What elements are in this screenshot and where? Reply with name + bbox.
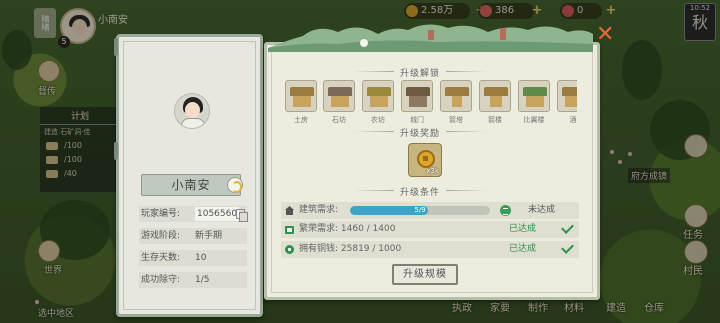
building-item[interactable]: 农坊	[362, 80, 394, 125]
reward-amount: x3k	[426, 167, 439, 175]
condition-row-prosperity: 繁荣需求: 1460 / 1400 已达成	[281, 221, 579, 238]
reward-title: 升级奖励	[353, 126, 440, 139]
defense-label: 成功除守:	[141, 275, 181, 285]
player-portrait	[174, 93, 210, 129]
check-icon	[561, 221, 574, 234]
progress-text: 5/9	[414, 206, 426, 214]
condition-status: 已达成	[509, 224, 537, 234]
pagoda	[428, 30, 434, 40]
building-item[interactable]: 箭楼	[479, 80, 511, 125]
building-progress-bar: 5/9	[350, 206, 490, 215]
building-item[interactable]: 土房	[285, 80, 317, 125]
building-label: 箭塔	[449, 116, 463, 124]
prosperity-icon	[285, 226, 294, 234]
cloud	[360, 39, 368, 47]
condition-status: 已达成	[509, 244, 537, 254]
close-button[interactable]: ✕	[596, 24, 614, 46]
building-item[interactable]: 石坊	[323, 80, 355, 125]
player-name-plate: 小南安	[141, 174, 241, 196]
building-label: 城门	[410, 116, 424, 124]
pagoda	[500, 28, 506, 40]
building-label: 石坊	[332, 116, 346, 124]
building-item[interactable]: 箭塔	[440, 80, 472, 125]
coin-icon	[285, 245, 294, 254]
building-label: 比翼楼	[523, 116, 545, 124]
building-label: 酒	[569, 116, 577, 124]
condition-status: 未达成	[528, 205, 556, 215]
defense-value: 1/5	[195, 275, 210, 285]
edit-name-button[interactable]	[227, 177, 243, 193]
conditions-title: 升级条件	[353, 185, 440, 198]
portrait-body	[181, 118, 205, 128]
survival-days-label: 生存天数:	[141, 253, 181, 263]
player-id-label: 玩家编号:	[141, 209, 181, 219]
building-item[interactable]: 城门	[401, 80, 433, 125]
defense-row: 成功除守: 1/5	[139, 272, 247, 288]
condition-label: 建筑需求:	[299, 205, 339, 215]
condition-label: 拥有铜钱: 25819 / 1000	[299, 244, 402, 254]
copper-coin-icon	[417, 150, 435, 168]
building-item[interactable]: 酒	[557, 80, 577, 125]
card-clip	[114, 38, 118, 56]
building-label: 箭楼	[488, 116, 502, 124]
condition-label: 繁荣需求: 1460 / 1400	[299, 224, 396, 234]
building-icon	[285, 206, 294, 215]
mountain-banner	[268, 24, 593, 52]
game-stage-label: 游戏阶段:	[141, 231, 181, 241]
condition-row-copper: 拥有铜钱: 25819 / 1000 已达成	[281, 241, 579, 258]
list-icon[interactable]	[500, 205, 511, 216]
profile-card: 小南安 玩家编号: 1056560 游戏阶段: 新手期 生存天数: 10 成功除…	[116, 34, 263, 317]
unlock-title: 升级解锁	[353, 66, 440, 79]
card-clip	[114, 142, 118, 160]
player-id-value: 1056560	[195, 207, 240, 221]
building-label: 农坊	[371, 116, 385, 124]
unlock-building-list[interactable]: 土房 石坊 农坊 城门 箭塔 箭楼 比翼楼 酒	[285, 80, 577, 126]
reward-item[interactable]: x3k	[408, 143, 442, 177]
survival-days-value: 10	[195, 253, 207, 263]
portrait-face	[185, 102, 200, 118]
game-stage-row: 游戏阶段: 新手期	[139, 228, 247, 244]
upgrade-scale-button[interactable]: 升级规模	[392, 264, 458, 285]
game-stage-value: 新手期	[195, 231, 223, 241]
player-id-row: 玩家编号: 1056560	[139, 206, 248, 222]
condition-row-buildings: 建筑需求: 5/9 未达成	[281, 202, 579, 219]
check-icon	[561, 241, 574, 254]
building-label: 土房	[294, 116, 308, 124]
survival-days-row: 生存天数: 10	[139, 250, 247, 266]
copy-icon[interactable]	[236, 209, 248, 222]
building-item[interactable]: 比翼楼	[518, 80, 550, 125]
